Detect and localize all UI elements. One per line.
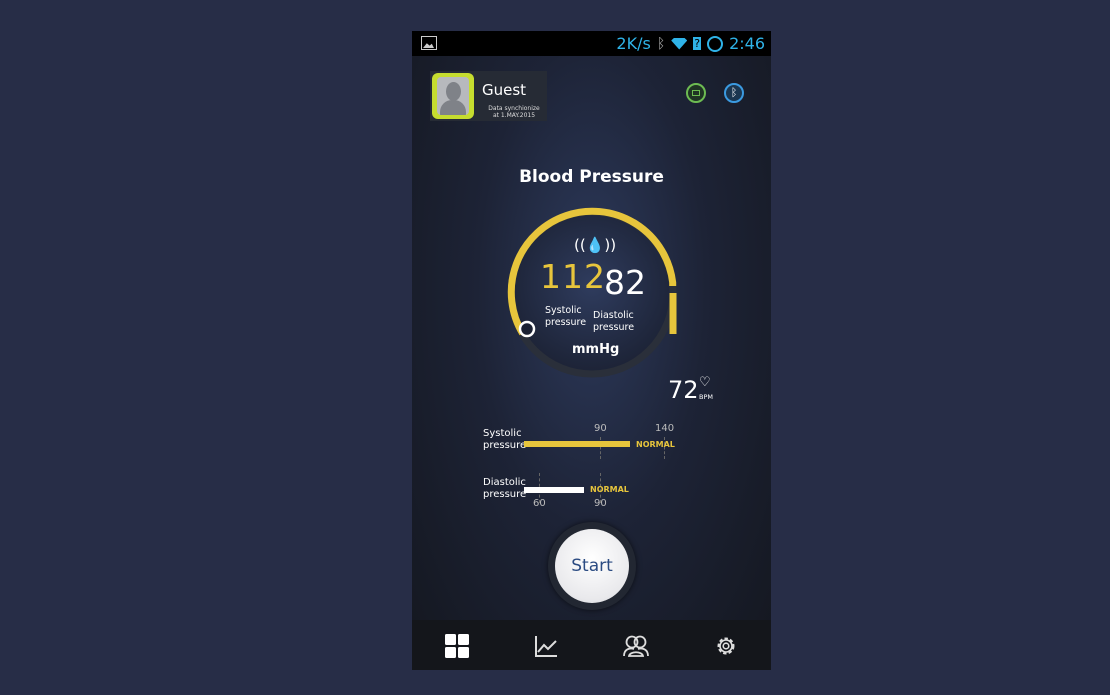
network-speed: 2K/s	[616, 34, 651, 53]
chart-icon	[535, 636, 557, 657]
systolic-status: NORMAL	[636, 440, 675, 449]
status-bar: 2K/s ᛒ ? 2:46	[412, 31, 771, 56]
unit-label: mmHg	[572, 342, 620, 357]
diastolic-value: 82	[604, 263, 646, 302]
gallery-icon	[421, 36, 437, 50]
bluetooth-icon[interactable]: ᛒ	[724, 83, 744, 103]
page-title: Blood Pressure	[519, 167, 664, 187]
phone-screen: 2K/s ᛒ ? 2:46 Guest Data synchionize at …	[412, 31, 771, 670]
nav-dashboard[interactable]	[444, 633, 470, 659]
nav-settings[interactable]	[713, 633, 739, 659]
bluetooth-icon: ᛒ	[656, 35, 666, 52]
diastolic-label: Diastolic pressure	[593, 310, 635, 333]
systolic-tick-90: 90	[594, 423, 607, 434]
diastolic-status: NORMAL	[590, 485, 629, 494]
status-right: 2K/s ᛒ ? 2:46	[616, 34, 765, 53]
pulse-value: 72	[668, 376, 699, 404]
diastolic-tick-90: 90	[594, 498, 607, 509]
clock: 2:46	[729, 34, 765, 53]
sync-circle-icon	[707, 35, 724, 52]
user-profile[interactable]: Guest Data synchionize at 1.MAY.2015	[430, 71, 547, 121]
users-icon	[623, 635, 649, 657]
start-button[interactable]: Start	[555, 529, 629, 603]
systolic-value: 112	[540, 257, 606, 296]
nav-users[interactable]	[622, 633, 649, 659]
gauge-knob	[518, 320, 536, 338]
heart-icon: ♡	[699, 375, 711, 390]
wifi-icon	[671, 37, 688, 50]
systolic-bar-label: Systolic pressure	[483, 428, 527, 451]
pressure-gauge	[507, 207, 677, 378]
bottom-nav	[412, 620, 771, 670]
blood-drop-icon: ((💧))	[574, 236, 617, 254]
avatar[interactable]	[432, 73, 474, 119]
diastolic-tick-60: 60	[533, 498, 546, 509]
sync-status: Data synchionize at 1.MAY.2015	[488, 105, 540, 119]
gear-icon	[717, 637, 735, 655]
battery-icon[interactable]	[686, 83, 706, 103]
pulse-unit: BPM	[699, 393, 713, 401]
systolic-bar	[524, 441, 630, 447]
grid-icon	[445, 634, 469, 658]
diastolic-bar-label: Diastolic pressure	[483, 477, 527, 500]
nav-history[interactable]	[533, 633, 559, 659]
diastolic-bar	[524, 487, 584, 493]
systolic-label: Systolic pressure	[545, 305, 587, 328]
sim-icon: ?	[693, 37, 702, 50]
systolic-tick-140: 140	[655, 423, 675, 434]
user-name: Guest	[482, 81, 527, 99]
